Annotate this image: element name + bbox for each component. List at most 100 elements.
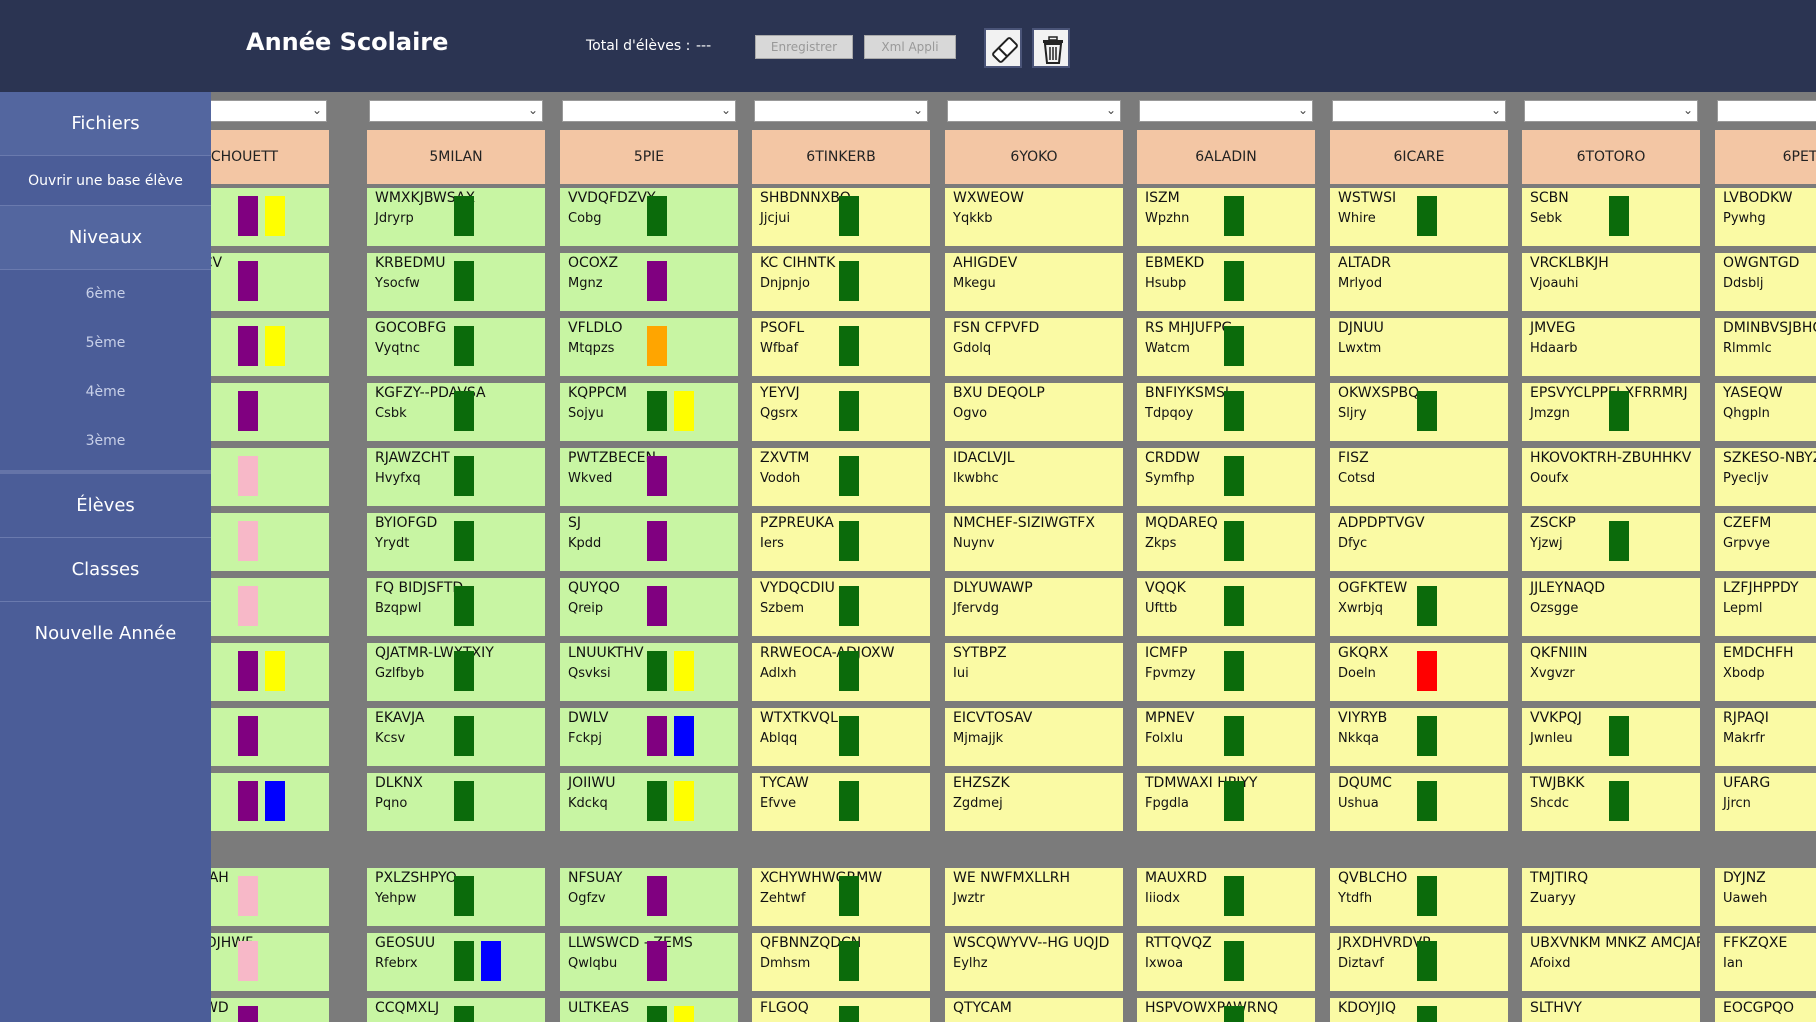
student-card[interactable]: EOCGPQO <box>1715 998 1816 1022</box>
sidebar-item-4eme[interactable]: 4ème <box>0 368 211 417</box>
student-card[interactable]: LLWSWCD - ZEMS Qwlqbu <box>560 933 738 991</box>
student-card[interactable]: ZXVTM Vodoh <box>752 448 930 506</box>
class-filter-dropdown[interactable]: ⌄ <box>211 100 327 122</box>
student-card[interactable]: PXLZSHPYO Yehpw <box>367 868 545 926</box>
student-card[interactable]: RRWEOCA-ADJOXW Adlxh <box>752 643 930 701</box>
student-card[interactable]: ICMFP Fpvmzy <box>1137 643 1315 701</box>
student-card[interactable]: ISZM Wpzhn <box>1137 188 1315 246</box>
student-card[interactable]: JMVEG Hdaarb <box>1522 318 1700 376</box>
student-card[interactable]: EBMEKD Hsubp <box>1137 253 1315 311</box>
student-card[interactable]: UFARG Jjrcn <box>1715 773 1816 831</box>
student-card[interactable]: BXU DEQOLP Ogvo <box>945 383 1123 441</box>
class-filter-dropdown[interactable]: ⌄ <box>1717 100 1816 122</box>
student-card[interactable]: ULTKEAS <box>560 998 738 1022</box>
student-card[interactable]: HSPVOWXPAWRNQ <box>1137 998 1315 1022</box>
student-card[interactable]: TWJBKK Shcdc <box>1522 773 1700 831</box>
student-card[interactable]: QKFNIIN Xvgvzr <box>1522 643 1700 701</box>
class-filter-dropdown[interactable]: ⌄ <box>1524 100 1698 122</box>
class-header[interactable]: 6TOTORO <box>1522 130 1700 184</box>
student-card[interactable]: WSCQWYVV--HG UQJD Eylhz <box>945 933 1123 991</box>
student-card[interactable]: GKQRX Doeln <box>1330 643 1508 701</box>
student-card[interactable]: VYDQCDIU Szbem <box>752 578 930 636</box>
student-card[interactable]: HEM <box>211 643 329 701</box>
student-card[interactable]: YEYVJ Qgsrx <box>752 383 930 441</box>
student-card[interactable]: EHZSZK Zgdmej <box>945 773 1123 831</box>
student-card[interactable]: AHIGDEV Mkegu <box>945 253 1123 311</box>
class-filter-dropdown[interactable]: ⌄ <box>1139 100 1313 122</box>
student-card[interactable]: VVDQFDZVY Cobg <box>560 188 738 246</box>
save-button[interactable]: Enregistrer <box>755 35 853 59</box>
sidebar-item-classes[interactable]: Classes <box>0 538 211 602</box>
student-card[interactable]: KDOYJIQ <box>1330 998 1508 1022</box>
delete-button[interactable] <box>1032 28 1070 68</box>
student-card[interactable]: QUYQO Qreip <box>560 578 738 636</box>
student-card[interactable]: OTLPRWD <box>211 998 329 1022</box>
student-card[interactable]: MPNEV Folxlu <box>1137 708 1315 766</box>
student-card[interactable]: WMXKJBWSAX Jdryrp <box>367 188 545 246</box>
student-card[interactable]: ZSCKP Yjzwj <box>1522 513 1700 571</box>
student-card[interactable]: CCQMXLJ <box>367 998 545 1022</box>
student-card[interactable]: TDMWAXI HPJYY Fpgdla <box>1137 773 1315 831</box>
student-card[interactable]: VIYRYB Nkkqa <box>1330 708 1508 766</box>
xml-appli-button[interactable]: Xml Appli <box>864 35 956 59</box>
student-card[interactable]: VFLDLO Mtqpzs <box>560 318 738 376</box>
student-card[interactable]: WXWEOW Yqkkb <box>945 188 1123 246</box>
class-header[interactable]: 6YOKO <box>945 130 1123 184</box>
student-card[interactable]: QJATMR-LWXTXIY Gzlfbyb <box>367 643 545 701</box>
student-card[interactable]: RJAWZCHT Hvyfxq <box>367 448 545 506</box>
student-card[interactable]: YASEQW Qhgpln <box>1715 383 1816 441</box>
student-card[interactable]: TYCAW Efvve <box>752 773 930 831</box>
student-card[interactable]: FFKZQXE Ian <box>1715 933 1816 991</box>
student-card[interactable]: WSTWSI Whire <box>1330 188 1508 246</box>
student-card[interactable]: VVVZCft <box>211 513 329 571</box>
class-filter-dropdown[interactable]: ⌄ <box>369 100 543 122</box>
student-card[interactable]: JJLEYNAQD Ozsgge <box>1522 578 1700 636</box>
student-card[interactable]: MAUXRD Iiiodx <box>1137 868 1315 926</box>
student-card[interactable]: BNFIYKSMSJ Tdpqoy <box>1137 383 1315 441</box>
student-card[interactable]: FSN CFPVFD Gdolq <box>945 318 1123 376</box>
class-header[interactable]: 5CHOUETT <box>211 130 329 184</box>
student-card[interactable]: EKAVJA Kcsv <box>367 708 545 766</box>
student-card[interactable]: VVKPQJ Jwnleu <box>1522 708 1700 766</box>
student-card[interactable]: DWLV Fckpj <box>560 708 738 766</box>
student-card[interactable]: HKOVOKTRH-ZBUHHKV Ooufx <box>1522 448 1700 506</box>
student-card[interactable]: EPSVYCLPPFI XFRRMRJ Jmzgn <box>1522 383 1700 441</box>
student-card[interactable]: SCBN Sebk <box>1522 188 1700 246</box>
student-card[interactable]: ADPDPTVGV Dfyc <box>1330 513 1508 571</box>
class-filter-dropdown[interactable]: ⌄ <box>562 100 736 122</box>
class-header[interactable]: 6ICARE <box>1330 130 1508 184</box>
student-card[interactable]: DLKNX Pqno <box>367 773 545 831</box>
student-card[interactable]: QVBLCHO Ytdfh <box>1330 868 1508 926</box>
student-card[interactable]: / BYOFI <box>211 578 329 636</box>
student-card[interactable]: JRXDHVRDVR Diztavf <box>1330 933 1508 991</box>
sidebar-item-5eme[interactable]: 5ème <box>0 319 211 368</box>
student-card[interactable]: OKWXSPBQ Sljry <box>1330 383 1508 441</box>
student-card[interactable]: EMDCHFH Xbodp <box>1715 643 1816 701</box>
student-card[interactable]: NCYOSxm <box>211 188 329 246</box>
student-card[interactable]: QFBNNZQDCN Dmhsm <box>752 933 930 991</box>
student-card[interactable]: SQGPexf <box>211 383 329 441</box>
sidebar-item-nouvelle-annee[interactable]: Nouvelle Année <box>0 602 211 666</box>
sidebar-item-eleves[interactable]: Élèves <box>0 474 211 538</box>
student-card[interactable]: DLYUWAWP Jfervdg <box>945 578 1123 636</box>
student-card[interactable]: IWSXK <box>211 448 329 506</box>
student-card[interactable]: GOCOBFG Vyqtnc <box>367 318 545 376</box>
student-card[interactable]: UKIHZCVf <box>211 253 329 311</box>
student-card[interactable]: DMINBVSJBHC Rlmmlc <box>1715 318 1816 376</box>
class-filter-dropdown[interactable]: ⌄ <box>754 100 928 122</box>
student-card[interactable]: PZPREUKA Iers <box>752 513 930 571</box>
student-card[interactable]: SZKESO-NBYZ Pyecljv <box>1715 448 1816 506</box>
student-card[interactable]: SJ Kpdd <box>560 513 738 571</box>
student-card[interactable]: OGFKTEW Xwrbjq <box>1330 578 1508 636</box>
student-card[interactable]: DYJNZ Uaweh <box>1715 868 1816 926</box>
student-card[interactable]: OVCLWAH <box>211 868 329 926</box>
class-header[interactable]: 6PETF <box>1715 130 1816 184</box>
student-card[interactable]: RJPAQI Makrfr <box>1715 708 1816 766</box>
student-card[interactable]: FQ BIDJSFTD Bzqpwl <box>367 578 545 636</box>
student-card[interactable]: WTXTKVQL Ablqq <box>752 708 930 766</box>
student-card[interactable]: WE NWFMXLLRH Jwztr <box>945 868 1123 926</box>
sidebar-item-6eme[interactable]: 6ème <box>0 270 211 319</box>
student-card[interactable]: NMCHEF-SIZIWGTFX Nuynv <box>945 513 1123 571</box>
sidebar-item-3eme[interactable]: 3ème <box>0 417 211 466</box>
student-card[interactable]: ALTADR Mrlyod <box>1330 253 1508 311</box>
